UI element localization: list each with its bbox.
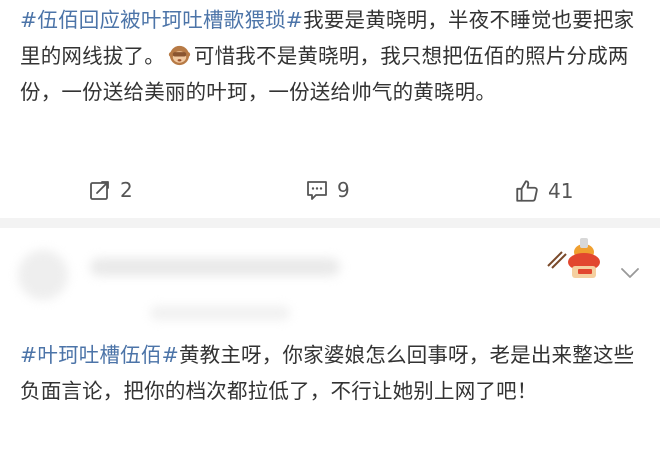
comment-count: 9 bbox=[337, 178, 350, 202]
username-blurred[interactable] bbox=[90, 258, 340, 276]
see-no-evil-monkey-icon bbox=[168, 45, 191, 66]
timestamp-blurred bbox=[150, 306, 290, 320]
post-body: #伍佰回应被叶珂吐槽歌猥琐#我要是黄晓明，半夜不睡觉也要把家里的网线拔了。 可惜… bbox=[20, 2, 650, 110]
comment-text: #叶珂吐槽伍佰#黄教主呀，你家婆娘怎么回事呀，老是出来整这些负面言论，把你的档次… bbox=[20, 337, 640, 409]
like-icon bbox=[516, 180, 538, 202]
post-text: #伍佰回应被叶珂吐槽歌猥琐#我要是黄晓明，半夜不睡觉也要把家里的网线拔了。 可惜… bbox=[20, 2, 650, 110]
avatar[interactable] bbox=[18, 250, 68, 300]
hashtag-link[interactable]: #伍佰回应被叶珂吐槽歌猥琐# bbox=[20, 8, 303, 32]
repost-icon bbox=[90, 181, 109, 200]
section-separator bbox=[0, 218, 660, 228]
action-bar: 2 9 41 bbox=[0, 164, 660, 218]
repost-button[interactable]: 2 bbox=[88, 178, 133, 202]
comment-button[interactable]: 9 bbox=[305, 178, 350, 202]
hotpot-sticker-icon bbox=[547, 238, 600, 278]
like-count: 41 bbox=[548, 179, 574, 203]
repost-count: 2 bbox=[120, 178, 133, 202]
comment-icon bbox=[307, 181, 327, 200]
chevron-down-icon[interactable] bbox=[620, 266, 640, 280]
comment-body: #叶珂吐槽伍佰#黄教主呀，你家婆娘怎么回事呀，老是出来整这些负面言论，把你的档次… bbox=[20, 337, 640, 409]
comment-hashtag-link[interactable]: #叶珂吐槽伍佰# bbox=[20, 343, 179, 367]
like-button[interactable]: 41 bbox=[514, 178, 573, 204]
